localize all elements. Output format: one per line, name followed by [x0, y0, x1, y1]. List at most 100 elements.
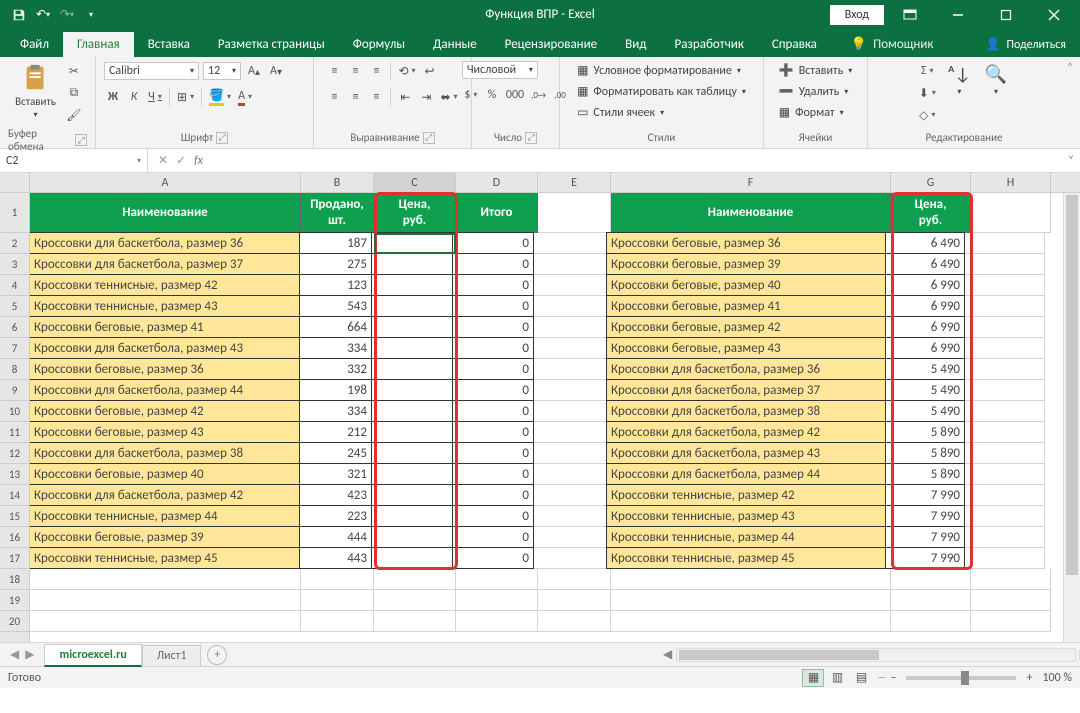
cell-A7[interactable]: Кроссовки для баскетбола, размер 43 [30, 337, 300, 359]
cell-H19[interactable] [971, 590, 1051, 611]
cell-B6[interactable]: 664 [299, 316, 372, 338]
cell-F3[interactable]: Кроссовки беговые, размер 39 [606, 253, 886, 275]
cell-A15[interactable]: Кроссовки теннисные, размер 44 [30, 505, 300, 527]
cell-F14[interactable]: Кроссовки теннисные, размер 42 [606, 484, 886, 506]
cell-B3[interactable]: 275 [299, 253, 372, 275]
cell-H13[interactable] [965, 464, 1045, 485]
formula-input[interactable] [213, 149, 1062, 172]
row-header-12[interactable]: 12 [0, 443, 29, 464]
conditional-formatting-button[interactable]: ▦Условное форматирование▾ [573, 61, 750, 80]
cell-H1[interactable] [971, 193, 1051, 233]
cell-H12[interactable] [965, 443, 1045, 464]
cell-D18[interactable] [456, 569, 538, 590]
vertical-scrollbar[interactable] [1063, 193, 1080, 642]
cell-A20[interactable] [30, 611, 301, 632]
format-as-table-button[interactable]: ▦Форматировать как таблицу▾ [573, 82, 750, 101]
cell-C9[interactable] [371, 379, 453, 401]
cell-D8[interactable]: 0 [452, 358, 534, 380]
cell-D13[interactable]: 0 [452, 463, 534, 485]
cell-B9[interactable]: 198 [299, 379, 372, 401]
cell-F15[interactable]: Кроссовки теннисные, размер 43 [606, 505, 886, 527]
increase-indent-icon[interactable]: ⇥ [417, 87, 435, 107]
cell-C13[interactable] [371, 463, 453, 485]
col-header-D[interactable]: D [456, 173, 538, 192]
cell-D10[interactable]: 0 [452, 400, 534, 422]
cell-F1[interactable]: Наименование [611, 193, 891, 233]
tellme-button[interactable]: 💡Помощник [837, 32, 948, 57]
row-header-7[interactable]: 7 [0, 338, 29, 359]
cell-E2[interactable] [534, 233, 607, 254]
row-header-14[interactable]: 14 [0, 485, 29, 506]
align-top-icon[interactable]: ≡ [325, 61, 343, 81]
cell-D3[interactable]: 0 [452, 253, 534, 275]
fill-color-icon[interactable]: 🪣 [207, 87, 233, 107]
minimize-icon[interactable] [936, 0, 980, 29]
decrease-font-icon[interactable]: A▾ [267, 61, 285, 81]
copy-icon[interactable]: ⧉ [64, 83, 84, 103]
cell-D9[interactable]: 0 [452, 379, 534, 401]
cell-B1[interactable]: Продано,шт. [301, 193, 374, 233]
zoom-in-button[interactable]: + [1026, 671, 1032, 685]
align-left-icon[interactable]: ≡ [325, 87, 343, 107]
cell-B18[interactable] [301, 569, 374, 590]
borders-icon[interactable]: ⊞ [175, 87, 196, 107]
col-header-C[interactable]: C [374, 173, 456, 192]
col-header-F[interactable]: F [611, 173, 891, 192]
cell-E6[interactable] [534, 317, 607, 338]
cell-D19[interactable] [456, 590, 538, 611]
font-dialog-icon[interactable]: ⤢ [216, 132, 228, 144]
row-header-2[interactable]: 2 [0, 233, 29, 254]
cell-G15[interactable]: 7 990 [885, 505, 965, 527]
cell-C4[interactable] [371, 274, 453, 296]
cell-B2[interactable]: 187 [299, 232, 372, 254]
cell-G7[interactable]: 6 990 [885, 337, 965, 359]
row-header-5[interactable]: 5 [0, 296, 29, 317]
cell-C15[interactable] [371, 505, 453, 527]
clear-icon[interactable]: ◇ [917, 105, 938, 125]
cell-E16[interactable] [534, 527, 607, 548]
number-format-select[interactable]: Числовой▾ [462, 61, 538, 79]
row-header-11[interactable]: 11 [0, 422, 29, 443]
cell-E15[interactable] [534, 506, 607, 527]
sheet-nav-next-icon[interactable]: ▶ [25, 647, 34, 662]
cell-G1[interactable]: Цена,руб. [891, 193, 971, 233]
cell-B8[interactable]: 332 [299, 358, 372, 380]
cell-H15[interactable] [965, 506, 1045, 527]
tab-view[interactable]: Вид [611, 32, 660, 57]
orientation-icon[interactable]: ⟲ [396, 61, 417, 81]
cell-C8[interactable] [371, 358, 453, 380]
percent-icon[interactable]: % [483, 85, 501, 105]
sort-filter-button[interactable]: ᴬ↓▾ [944, 61, 975, 125]
cell-B12[interactable]: 245 [299, 442, 372, 464]
insert-cells-button[interactable]: ➕Вставить▾ [775, 61, 856, 80]
cell-D4[interactable]: 0 [452, 274, 534, 296]
cell-H8[interactable] [965, 359, 1045, 380]
col-header-H[interactable]: H [971, 173, 1051, 192]
row-header-9[interactable]: 9 [0, 380, 29, 401]
row-header-4[interactable]: 4 [0, 275, 29, 296]
cell-D6[interactable]: 0 [452, 316, 534, 338]
cell-G16[interactable]: 7 990 [885, 526, 965, 548]
cell-B19[interactable] [301, 590, 374, 611]
cell-C6[interactable] [371, 316, 453, 338]
zoom-level[interactable]: 100 % [1042, 671, 1072, 685]
underline-button[interactable]: Ч [146, 87, 164, 107]
cell-B15[interactable]: 223 [299, 505, 372, 527]
cell-E13[interactable] [534, 464, 607, 485]
cell-H11[interactable] [965, 422, 1045, 443]
cell-D1[interactable]: Итого [456, 193, 538, 233]
cell-C5[interactable] [371, 295, 453, 317]
tab-formulas[interactable]: Формулы [339, 32, 419, 57]
cell-D5[interactable]: 0 [452, 295, 534, 317]
cell-A16[interactable]: Кроссовки беговые, размер 39 [30, 526, 300, 548]
align-right-icon[interactable]: ≡ [367, 87, 385, 107]
tab-home[interactable]: Главная [63, 32, 134, 57]
maximize-icon[interactable] [984, 0, 1028, 29]
view-page-layout-icon[interactable]: ▥ [826, 669, 848, 687]
cell-D20[interactable] [456, 611, 538, 632]
align-bottom-icon[interactable]: ≡ [367, 61, 385, 81]
cell-B14[interactable]: 423 [299, 484, 372, 506]
cell-A17[interactable]: Кроссовки теннисные, размер 45 [30, 547, 300, 569]
fill-icon[interactable]: ⬇ [917, 83, 938, 103]
cell-E17[interactable] [534, 548, 607, 569]
